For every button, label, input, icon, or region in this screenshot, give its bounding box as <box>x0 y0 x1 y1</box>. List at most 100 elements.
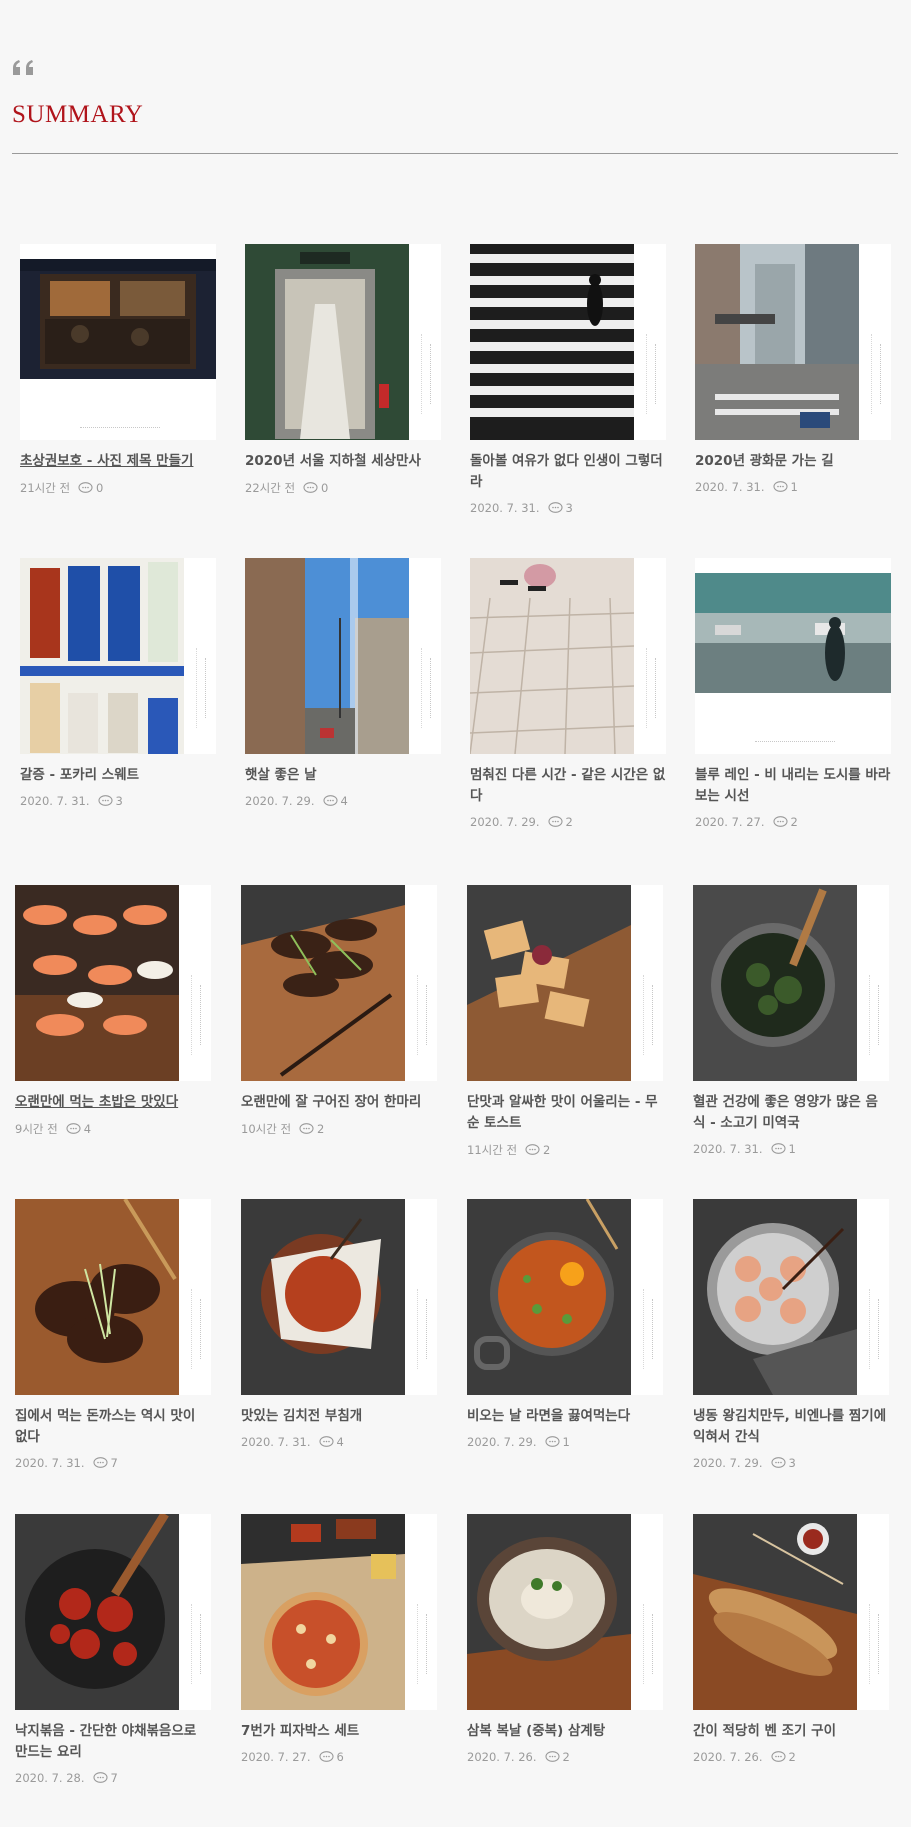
alley-sky-photo <box>245 558 409 754</box>
post-title-link[interactable]: 집에서 먹는 돈까스는 역시 맛이 없다 <box>15 1406 211 1448</box>
post-card: 햇살 좋은 날 2020. 7. 29. 4 <box>245 558 445 808</box>
comment-count: 7 <box>110 1456 118 1470</box>
vending-machine-photo <box>20 558 184 754</box>
post-title-link[interactable]: 냉동 왕김치만두, 비엔나를 찜기에 익혀서 간식 <box>693 1406 889 1448</box>
post-card: 낙지볶음 - 간단한 야채볶음으로 만드는 요리 2020. 7. 28. 7 <box>15 1514 215 1785</box>
post-thumbnail[interactable] <box>241 885 437 1081</box>
post-thumbnail[interactable] <box>470 244 666 440</box>
post-meta: 2020. 7. 27. 2 <box>695 815 895 829</box>
crosswalk-photo <box>470 244 634 440</box>
post-thumbnail[interactable] <box>693 885 889 1081</box>
post-meta: 11시간 전 2 <box>467 1142 667 1158</box>
comment-count: 2 <box>790 815 798 829</box>
post-title-link[interactable]: 2020년 광화문 가는 길 <box>695 451 891 472</box>
comment-icon <box>544 1751 560 1762</box>
post-thumbnail[interactable] <box>693 1199 889 1395</box>
post-date: 2020. 7. 29. <box>467 1435 537 1449</box>
post-meta: 2020. 7. 29. 1 <box>467 1435 667 1449</box>
post-title-link[interactable]: 간이 적당히 벤 조기 구이 <box>693 1721 889 1742</box>
post-meta: 21시간 전 0 <box>20 480 220 496</box>
post-title-link[interactable]: 블루 레인 - 비 내리는 도시를 바라보는 시선 <box>695 765 891 807</box>
comment-count: 2 <box>562 1750 570 1764</box>
comment-icon <box>544 1436 560 1447</box>
post-title-link[interactable]: 갈증 - 포카리 스웨트 <box>20 765 216 786</box>
post-meta: 22시간 전 0 <box>245 480 445 496</box>
pizza-set-photo <box>241 1514 405 1710</box>
post-date: 2020. 7. 26. <box>693 1750 763 1764</box>
comment-count: 3 <box>115 794 123 808</box>
post-thumbnail[interactable] <box>693 1514 889 1710</box>
post-card: 맛있는 김치전 부침개 2020. 7. 31. 4 <box>241 1199 441 1449</box>
post-thumbnail[interactable] <box>15 885 211 1081</box>
post-title-link[interactable]: 삼복 복날 (중복) 삼계탕 <box>467 1721 663 1742</box>
post-thumbnail[interactable] <box>15 1199 211 1395</box>
post-title-link[interactable]: 초상권보호 - 사진 제목 만들기 <box>20 451 216 472</box>
post-card: 오랜만에 먹는 초밥은 맛있다 9시간 전 4 <box>15 885 215 1137</box>
post-title-link[interactable]: 오랜만에 잘 구어진 장어 한마리 <box>241 1092 437 1113</box>
post-title-link[interactable]: 햇살 좋은 날 <box>245 765 441 786</box>
post-title-link[interactable]: 2020년 서울 지하철 세상만사 <box>245 451 441 472</box>
post-title-link[interactable]: 혈관 건강에 좋은 영양가 많은 음식 - 소고기 미역국 <box>693 1092 889 1134</box>
post-card: 2020년 서울 지하철 세상만사 22시간 전 0 <box>245 244 445 496</box>
post-date: 2020. 7. 31. <box>470 501 540 515</box>
post-thumbnail[interactable] <box>695 558 891 754</box>
comment-icon <box>78 482 93 493</box>
post-meta: 2020. 7. 31. 3 <box>20 794 220 808</box>
comment-icon <box>299 1123 314 1134</box>
post-meta: 2020. 7. 31. 1 <box>693 1142 893 1156</box>
city-street-photo <box>695 244 859 440</box>
post-date: 22시간 전 <box>245 481 296 495</box>
comment-count: 0 <box>96 481 104 495</box>
comment-count: 2 <box>565 815 573 829</box>
comment-icon <box>322 795 338 806</box>
post-date: 9시간 전 <box>15 1122 58 1136</box>
comment-icon <box>547 502 563 513</box>
post-title-link[interactable]: 단맛과 알싸한 맛이 어울리는 - 무순 토스트 <box>467 1092 663 1134</box>
post-thumbnail[interactable] <box>467 885 663 1081</box>
post-meta: 2020. 7. 26. 2 <box>693 1750 893 1764</box>
post-card: 삼복 복날 (중복) 삼계탕 2020. 7. 26. 2 <box>467 1514 667 1764</box>
post-card: 냉동 왕김치만두, 비엔나를 찜기에 익혀서 간식 2020. 7. 29. 3 <box>693 1199 893 1470</box>
post-title-link[interactable]: 맛있는 김치전 부침개 <box>241 1406 437 1427</box>
post-thumbnail[interactable] <box>467 1514 663 1710</box>
comment-icon <box>770 1457 786 1468</box>
comment-icon <box>525 1144 540 1155</box>
post-thumbnail[interactable] <box>245 244 441 440</box>
ramen-photo <box>467 1199 631 1395</box>
comment-icon <box>770 1751 786 1762</box>
post-title-link[interactable]: 낙지볶음 - 간단한 야채볶음으로 만드는 요리 <box>15 1721 211 1763</box>
post-meta: 10시간 전 2 <box>241 1121 441 1137</box>
post-thumbnail[interactable] <box>695 244 891 440</box>
post-date: 2020. 7. 28. <box>15 1771 85 1785</box>
post-meta: 2020. 7. 31. 1 <box>695 480 895 494</box>
post-thumbnail[interactable] <box>241 1514 437 1710</box>
comment-count: 1 <box>788 1142 796 1156</box>
sushi-photo <box>15 885 179 1081</box>
post-title-link[interactable]: 돌아볼 여유가 없다 인생이 그렇더라 <box>470 451 666 493</box>
comment-count: 1 <box>562 1435 570 1449</box>
post-thumbnail[interactable] <box>467 1199 663 1395</box>
section-header: SUMMARY <box>12 56 898 154</box>
comment-count: 3 <box>788 1456 796 1470</box>
post-card: 비오는 날 라면을 끓여먹는다 2020. 7. 29. 1 <box>467 1199 667 1449</box>
post-card: 집에서 먹는 돈까스는 역시 맛이 없다 2020. 7. 31. 7 <box>15 1199 215 1470</box>
post-thumbnail[interactable] <box>470 558 666 754</box>
post-thumbnail[interactable] <box>20 244 216 440</box>
comment-icon <box>92 1457 108 1468</box>
post-thumbnail[interactable] <box>241 1199 437 1395</box>
post-thumbnail[interactable] <box>245 558 441 754</box>
kimchi-pancake-photo <box>241 1199 405 1395</box>
post-title-link[interactable]: 멈춰진 다른 시간 - 같은 시간은 없다 <box>470 765 666 807</box>
post-date: 21시간 전 <box>20 481 71 495</box>
post-date: 2020. 7. 27. <box>241 1750 311 1764</box>
post-title-link[interactable]: 7번가 피자박스 세트 <box>241 1721 437 1742</box>
post-card: 갈증 - 포카리 스웨트 2020. 7. 31. 3 <box>20 558 220 808</box>
post-card: 오랜만에 잘 구어진 장어 한마리 10시간 전 2 <box>241 885 441 1137</box>
post-title-link[interactable]: 비오는 날 라면을 끓여먹는다 <box>467 1406 663 1427</box>
post-title-link[interactable]: 오랜만에 먹는 초밥은 맛있다 <box>15 1092 211 1113</box>
rainy-window-photo <box>695 573 891 693</box>
post-thumbnail[interactable] <box>20 558 216 754</box>
comment-count: 2 <box>788 1750 796 1764</box>
post-meta: 2020. 7. 29. 4 <box>245 794 445 808</box>
post-thumbnail[interactable] <box>15 1514 211 1710</box>
